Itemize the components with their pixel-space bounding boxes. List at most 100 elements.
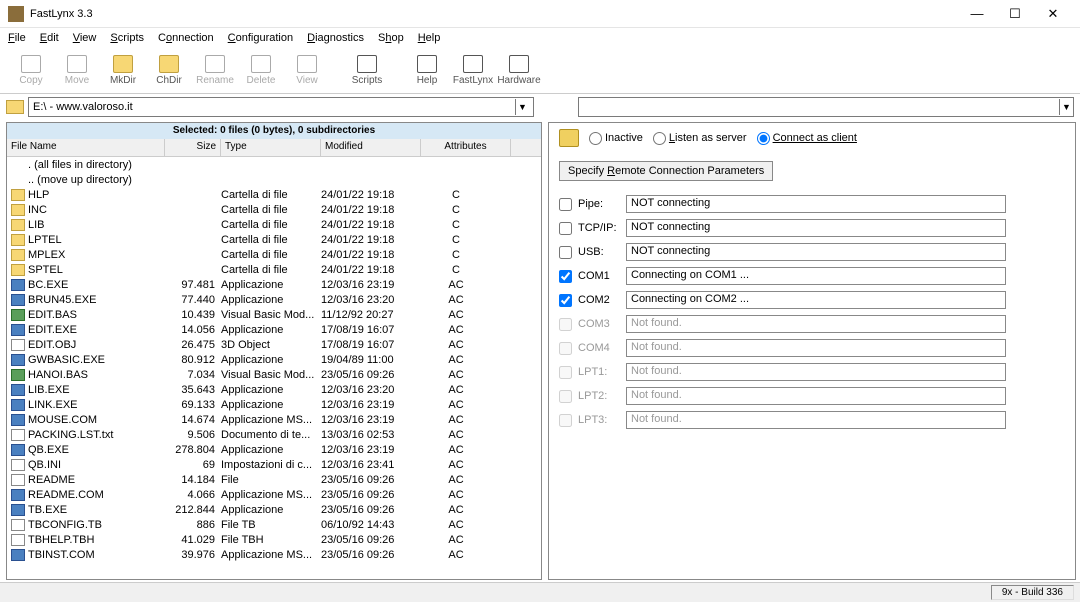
radio-client[interactable]: Connect as client xyxy=(757,132,857,145)
menu-configuration[interactable]: Configuration xyxy=(228,32,293,44)
copy-button[interactable]: Copy xyxy=(8,50,54,92)
file-row[interactable]: LINK.EXE69.133Applicazione12/03/16 23:19… xyxy=(7,397,541,412)
delete-button[interactable]: Delete xyxy=(238,50,284,92)
menu-connection[interactable]: Connection xyxy=(158,32,214,44)
col-name[interactable]: File Name xyxy=(7,139,165,156)
hardware-button[interactable]: Hardware xyxy=(496,50,542,92)
minimize-button[interactable]: — xyxy=(958,1,996,27)
file-row[interactable]: HANOI.BAS7.034Visual Basic Mod...23/05/1… xyxy=(7,367,541,382)
file-row[interactable]: SPTELCartella di file24/01/22 19:18C xyxy=(7,262,541,277)
file-type: Cartella di file xyxy=(221,189,321,201)
chevron-down-icon[interactable]: ▼ xyxy=(515,99,529,115)
port-status: Not found. xyxy=(626,387,1006,405)
file-row[interactable]: README14.184File23/05/16 09:26AC xyxy=(7,472,541,487)
col-attributes[interactable]: Attributes xyxy=(421,139,511,156)
path-dropdown[interactable]: E:\ - www.valoroso.it ▼ xyxy=(28,97,534,117)
port-checkbox[interactable] xyxy=(559,294,572,307)
col-type[interactable]: Type xyxy=(221,139,321,156)
file-attr: AC xyxy=(421,279,491,291)
scripts-button[interactable]: Scripts xyxy=(344,50,390,92)
bas-icon xyxy=(11,369,25,381)
file-attr: C xyxy=(421,189,491,201)
file-icon xyxy=(11,339,25,351)
speaker-icon[interactable] xyxy=(559,129,579,147)
menu-shop[interactable]: Shop xyxy=(378,32,404,44)
file-row[interactable]: EDIT.BAS10.439Visual Basic Mod...11/12/9… xyxy=(7,307,541,322)
file-row[interactable]: MOUSE.COM14.674Applicazione MS...12/03/1… xyxy=(7,412,541,427)
file-attr: AC xyxy=(421,414,491,426)
file-type: 3D Object xyxy=(221,339,321,351)
menu-scripts[interactable]: Scripts xyxy=(110,32,144,44)
file-row[interactable]: LPTELCartella di file24/01/22 19:18C xyxy=(7,232,541,247)
port-status: Not found. xyxy=(626,315,1006,333)
file-size: 80.912 xyxy=(165,354,221,366)
radio-listen[interactable]: Listen as server xyxy=(653,132,747,145)
specify-remote-button[interactable]: Specify Remote Connection Parameters xyxy=(559,161,773,181)
file-modified: 24/01/22 19:18 xyxy=(321,234,421,246)
path-value: E:\ - www.valoroso.it xyxy=(33,101,133,113)
menu-help[interactable]: Help xyxy=(418,32,441,44)
move-button[interactable]: Move xyxy=(54,50,100,92)
port-checkbox[interactable] xyxy=(559,198,572,211)
port-checkbox[interactable] xyxy=(559,246,572,259)
col-size[interactable]: Size xyxy=(165,139,221,156)
file-row[interactable]: PACKING.LST.txt9.506Documento di te...13… xyxy=(7,427,541,442)
file-icon xyxy=(11,459,25,471)
up-dir-row[interactable]: .. (move up directory) xyxy=(7,172,541,187)
file-row[interactable]: QB.EXE278.804Applicazione12/03/16 23:19A… xyxy=(7,442,541,457)
maximize-button[interactable]: ☐ xyxy=(996,1,1034,27)
file-type: File TBH xyxy=(221,534,321,546)
port-row: COM2Connecting on COM2 ... xyxy=(559,289,1065,311)
rename-button[interactable]: Rename xyxy=(192,50,238,92)
file-row[interactable]: LIBCartella di file24/01/22 19:18C xyxy=(7,217,541,232)
file-row[interactable]: INCCartella di file24/01/22 19:18C xyxy=(7,202,541,217)
file-row[interactable]: MPLEXCartella di file24/01/22 19:18C xyxy=(7,247,541,262)
file-modified: 24/01/22 19:18 xyxy=(321,264,421,276)
file-row[interactable]: EDIT.EXE14.056Applicazione17/08/19 16:07… xyxy=(7,322,541,337)
file-row[interactable]: TBCONFIG.TB886File TB06/10/92 14:43AC xyxy=(7,517,541,532)
file-row[interactable]: HLPCartella di file24/01/22 19:18C xyxy=(7,187,541,202)
right-path-dropdown[interactable]: ▼ xyxy=(578,97,1074,117)
port-status: NOT connecting xyxy=(626,219,1006,237)
port-checkbox[interactable] xyxy=(559,270,572,283)
file-list[interactable]: . (all files in directory) .. (move up d… xyxy=(7,157,541,579)
chevron-down-icon[interactable]: ▼ xyxy=(1059,99,1073,115)
file-type: File TB xyxy=(221,519,321,531)
view-button[interactable]: View xyxy=(284,50,330,92)
file-type: Impostazioni di c... xyxy=(221,459,321,471)
file-row[interactable]: GWBASIC.EXE80.912Applicazione19/04/89 11… xyxy=(7,352,541,367)
col-modified[interactable]: Modified xyxy=(321,139,421,156)
menu-diagnostics[interactable]: Diagnostics xyxy=(307,32,364,44)
file-size: 26.475 xyxy=(165,339,221,351)
mkdir-button[interactable]: MkDir xyxy=(100,50,146,92)
file-row[interactable]: TBHELP.TBH41.029File TBH23/05/16 09:26AC xyxy=(7,532,541,547)
file-row[interactable]: README.COM4.066Applicazione MS...23/05/1… xyxy=(7,487,541,502)
file-row[interactable]: LIB.EXE35.643Applicazione12/03/16 23:20A… xyxy=(7,382,541,397)
chdir-button[interactable]: ChDir xyxy=(146,50,192,92)
menu-file[interactable]: File xyxy=(8,32,26,44)
all-files-row[interactable]: . (all files in directory) xyxy=(7,157,541,172)
port-status: Not found. xyxy=(626,339,1006,357)
exe-icon xyxy=(11,384,25,396)
file-row[interactable]: BC.EXE97.481Applicazione12/03/16 23:19AC xyxy=(7,277,541,292)
file-type: Applicazione xyxy=(221,384,321,396)
file-attr: AC xyxy=(421,489,491,501)
close-button[interactable]: ✕ xyxy=(1034,1,1072,27)
port-row: LPT2:Not found. xyxy=(559,385,1065,407)
file-name: BC.EXE xyxy=(28,279,165,291)
file-row[interactable]: BRUN45.EXE77.440Applicazione12/03/16 23:… xyxy=(7,292,541,307)
file-row[interactable]: EDIT.OBJ26.4753D Object17/08/19 16:07AC xyxy=(7,337,541,352)
fastlynx-button[interactable]: FastLynx xyxy=(450,50,496,92)
file-row[interactable]: TB.EXE212.844Applicazione23/05/16 09:26A… xyxy=(7,502,541,517)
scripts-icon xyxy=(357,55,377,73)
file-row[interactable]: TBINST.COM39.976Applicazione MS...23/05/… xyxy=(7,547,541,562)
radio-inactive[interactable]: Inactive xyxy=(589,132,643,145)
port-checkbox[interactable] xyxy=(559,222,572,235)
menu-edit[interactable]: Edit xyxy=(40,32,59,44)
file-modified: 11/12/92 20:27 xyxy=(321,309,421,321)
menu-view[interactable]: View xyxy=(73,32,97,44)
file-row[interactable]: QB.INI69Impostazioni di c...12/03/16 23:… xyxy=(7,457,541,472)
file-type: Cartella di file xyxy=(221,249,321,261)
file-modified: 12/03/16 23:20 xyxy=(321,384,421,396)
help-button[interactable]: Help xyxy=(404,50,450,92)
